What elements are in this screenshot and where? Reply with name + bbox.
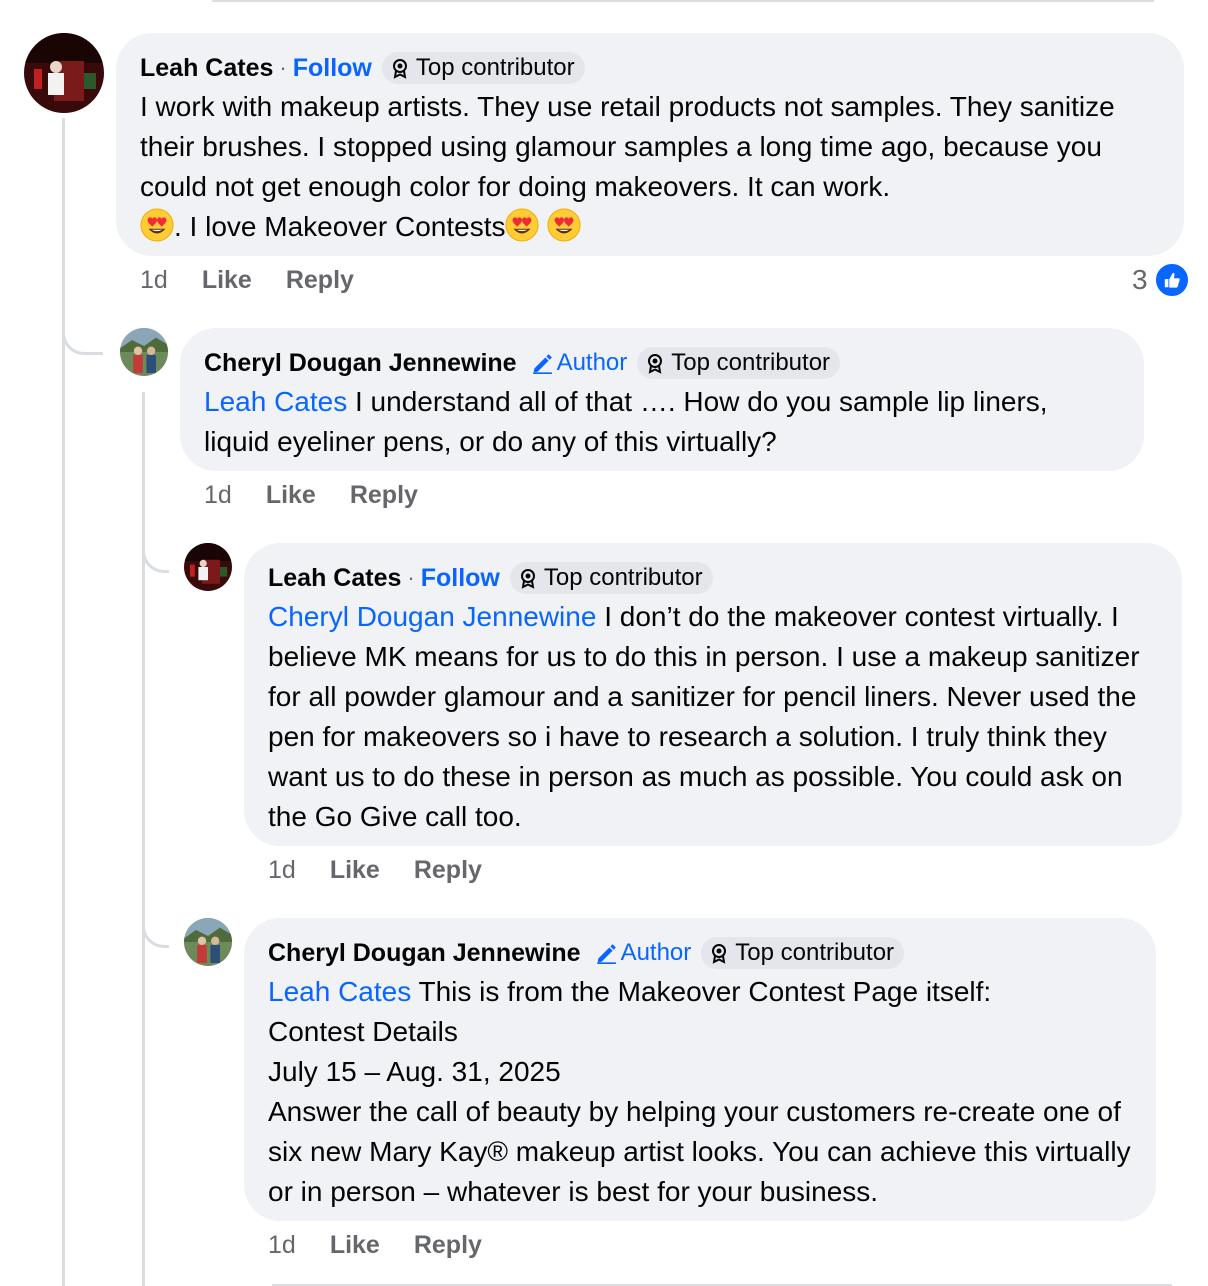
award-icon — [518, 567, 538, 589]
comment-author[interactable]: Leah Cates — [140, 54, 273, 83]
thread-connector — [142, 895, 169, 948]
mention-link[interactable]: Leah Cates — [268, 976, 411, 1007]
mention-link[interactable]: Cheryl Dougan Jennewine — [268, 601, 596, 632]
thumbs-up-icon — [1153, 262, 1190, 298]
timestamp[interactable]: 1d — [140, 266, 168, 295]
comment-body: I don’t do the makeover contest virtuall… — [268, 601, 1140, 832]
badge-label: Top contributor — [415, 54, 575, 81]
author-label: Author — [556, 349, 628, 376]
divider — [212, 0, 1154, 2]
avatar[interactable] — [24, 33, 104, 113]
mention-link[interactable]: Leah Cates — [204, 386, 347, 417]
follow-button[interactable]: Follow — [293, 54, 372, 83]
comment-bubble: Cheryl Dougan Jennewine Author Top contr… — [180, 328, 1144, 471]
comment-author[interactable]: Cheryl Dougan Jennewine — [204, 349, 517, 378]
follow-button[interactable]: Follow — [421, 564, 500, 593]
comment-text: Leah Cates This is from the Makeover Con… — [268, 972, 1132, 1212]
heart-eyes-emoji — [505, 208, 539, 242]
pencil-icon — [595, 942, 617, 964]
comment-actions: 1d Like Reply — [204, 481, 418, 510]
pencil-icon — [531, 352, 553, 374]
comment-body-line: Contest Details — [268, 1016, 458, 1047]
timestamp[interactable]: 1d — [204, 481, 232, 510]
top-contributor-badge[interactable]: Top contributor — [701, 937, 905, 969]
top-contributor-badge[interactable]: Top contributor — [637, 347, 841, 379]
like-button[interactable]: Like — [330, 856, 380, 885]
separator-dot: · — [407, 565, 415, 590]
comment-actions: 1d Like Reply — [268, 1231, 482, 1260]
thread-connector — [142, 520, 169, 573]
reply-button[interactable]: Reply — [414, 856, 482, 885]
author-badge: Author — [595, 939, 692, 967]
comment-author[interactable]: Cheryl Dougan Jennewine — [268, 939, 581, 968]
avatar[interactable] — [184, 543, 232, 591]
like-button[interactable]: Like — [330, 1231, 380, 1260]
reaction-count: 3 — [1132, 264, 1148, 295]
badge-label: Top contributor — [543, 564, 703, 591]
comment-text: Cheryl Dougan Jennewine I don’t do the m… — [268, 597, 1158, 837]
comment-text: I work with makeup artists. They use ret… — [140, 87, 1160, 247]
timestamp[interactable]: 1d — [268, 1231, 296, 1260]
top-contributor-badge[interactable]: Top contributor — [509, 562, 713, 594]
comment-body-line: This is from the Makeover Contest Page i… — [411, 976, 992, 1007]
thread-line — [62, 118, 65, 1286]
comment-actions: 1d Like Reply — [268, 856, 482, 885]
thread-connector — [62, 300, 103, 355]
reply-button[interactable]: Reply — [286, 266, 354, 295]
timestamp[interactable]: 1d — [268, 856, 296, 885]
comment-bubble: Leah Cates · Follow Top contributor I wo… — [116, 33, 1184, 256]
badge-label: Top contributor — [671, 349, 831, 376]
like-button[interactable]: Like — [266, 481, 316, 510]
heart-eyes-emoji — [140, 208, 174, 242]
comment-body: I work with makeup artists. They use ret… — [140, 91, 1115, 202]
award-icon — [390, 57, 410, 79]
comment-bubble: Leah Cates · Follow Top contributor Cher… — [244, 543, 1182, 846]
heart-eyes-emoji — [547, 208, 581, 242]
comment-actions: 1d Like Reply — [140, 266, 354, 295]
comment-body-line: July 15 – Aug. 31, 2025 — [268, 1056, 561, 1087]
reply-button[interactable]: Reply — [350, 481, 418, 510]
comment-text: Leah Cates I understand all of that …. H… — [204, 382, 1120, 462]
comment-body-line: Answer the call of beauty by helping you… — [268, 1096, 1131, 1207]
avatar[interactable] — [120, 328, 168, 376]
comment-author[interactable]: Leah Cates — [268, 564, 401, 593]
badge-label: Top contributor — [735, 939, 895, 966]
comment-body-tail: . I love Makeover Contests — [174, 211, 506, 242]
award-icon — [709, 942, 729, 964]
top-contributor-badge[interactable]: Top contributor — [381, 52, 585, 84]
author-label: Author — [620, 939, 692, 966]
separator-dot: · — [279, 55, 287, 80]
reply-button[interactable]: Reply — [414, 1231, 482, 1260]
author-badge: Author — [531, 349, 628, 377]
award-icon — [645, 352, 665, 374]
comment-bubble: Cheryl Dougan Jennewine Author Top contr… — [244, 918, 1156, 1221]
avatar[interactable] — [184, 918, 232, 966]
reaction-summary[interactable]: 3 — [1132, 262, 1190, 298]
like-button[interactable]: Like — [202, 266, 252, 295]
